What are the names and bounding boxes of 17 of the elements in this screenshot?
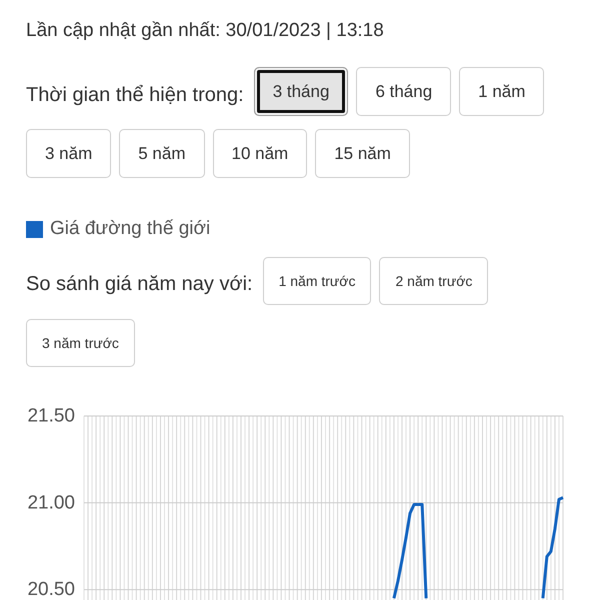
compare-button[interactable]: 1 năm trước — [262, 257, 372, 305]
range-button[interactable]: 6 tháng — [356, 67, 452, 116]
time-range-label: Thời gian thể hiện trong: — [26, 82, 244, 106]
range-button[interactable]: 3 tháng — [254, 67, 348, 116]
y-axis-label: 21.00 — [27, 492, 75, 514]
last-updated-text: Lần cập nhật gần nhất: 30/01/2023 | 13:18 — [26, 21, 384, 41]
range-button[interactable]: 5 năm — [119, 129, 204, 178]
compare-label: So sánh giá năm nay với: — [26, 272, 253, 296]
range-button[interactable]: 1 năm — [459, 67, 544, 116]
y-axis-label: 20.50 — [27, 579, 75, 600]
legend-label: Giá đường thế giới — [50, 219, 210, 239]
range-button[interactable]: 15 năm — [315, 129, 410, 178]
y-axis-label: 21.50 — [27, 406, 75, 426]
compare-button[interactable]: 2 năm trước — [379, 257, 488, 305]
range-button[interactable]: 3 năm — [26, 129, 112, 178]
range-button[interactable]: 10 năm — [212, 129, 308, 178]
compare-button[interactable]: 3 năm trước — [26, 319, 135, 367]
